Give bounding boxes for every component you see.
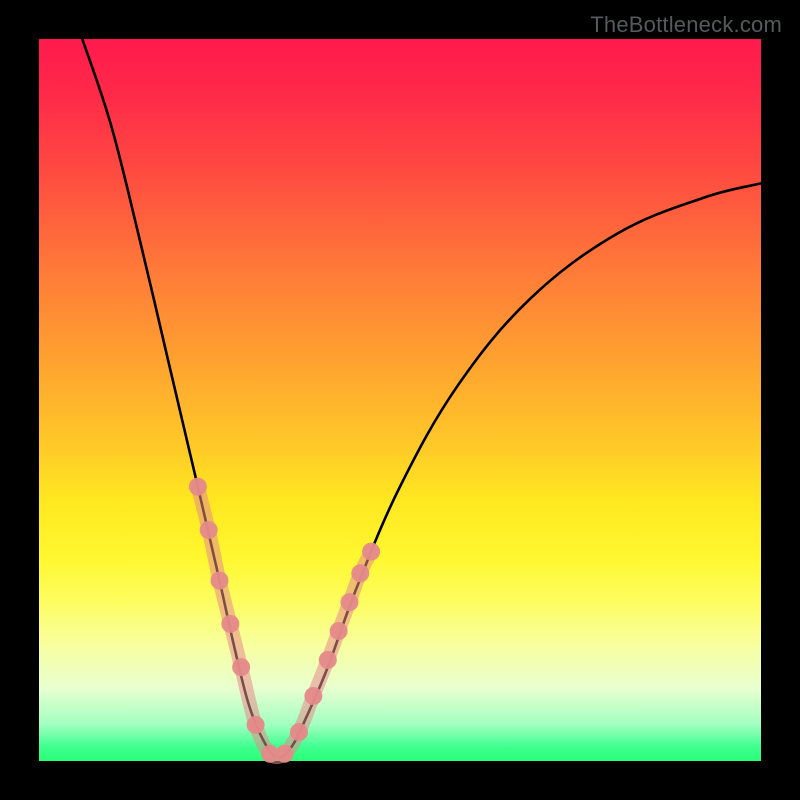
highlight-marker <box>330 622 348 640</box>
chart-svg <box>0 0 800 800</box>
highlight-marker <box>362 543 380 561</box>
chart-canvas: TheBottleneck.com <box>0 0 800 800</box>
highlight-marker <box>189 478 207 496</box>
highlight-marker <box>275 745 293 763</box>
highlight-marker <box>340 593 358 611</box>
marker-group <box>189 478 380 763</box>
highlight-marker <box>247 716 265 734</box>
highlight-marker <box>319 651 337 669</box>
highlight-marker <box>211 572 229 590</box>
highlight-marker <box>232 658 250 676</box>
highlight-marker <box>351 564 369 582</box>
highlight-marker <box>221 615 239 633</box>
highlight-marker <box>290 723 308 741</box>
highlight-marker <box>200 521 218 539</box>
curve-group <box>82 39 761 758</box>
bottleneck-curve <box>82 39 761 758</box>
highlight-marker <box>304 687 322 705</box>
